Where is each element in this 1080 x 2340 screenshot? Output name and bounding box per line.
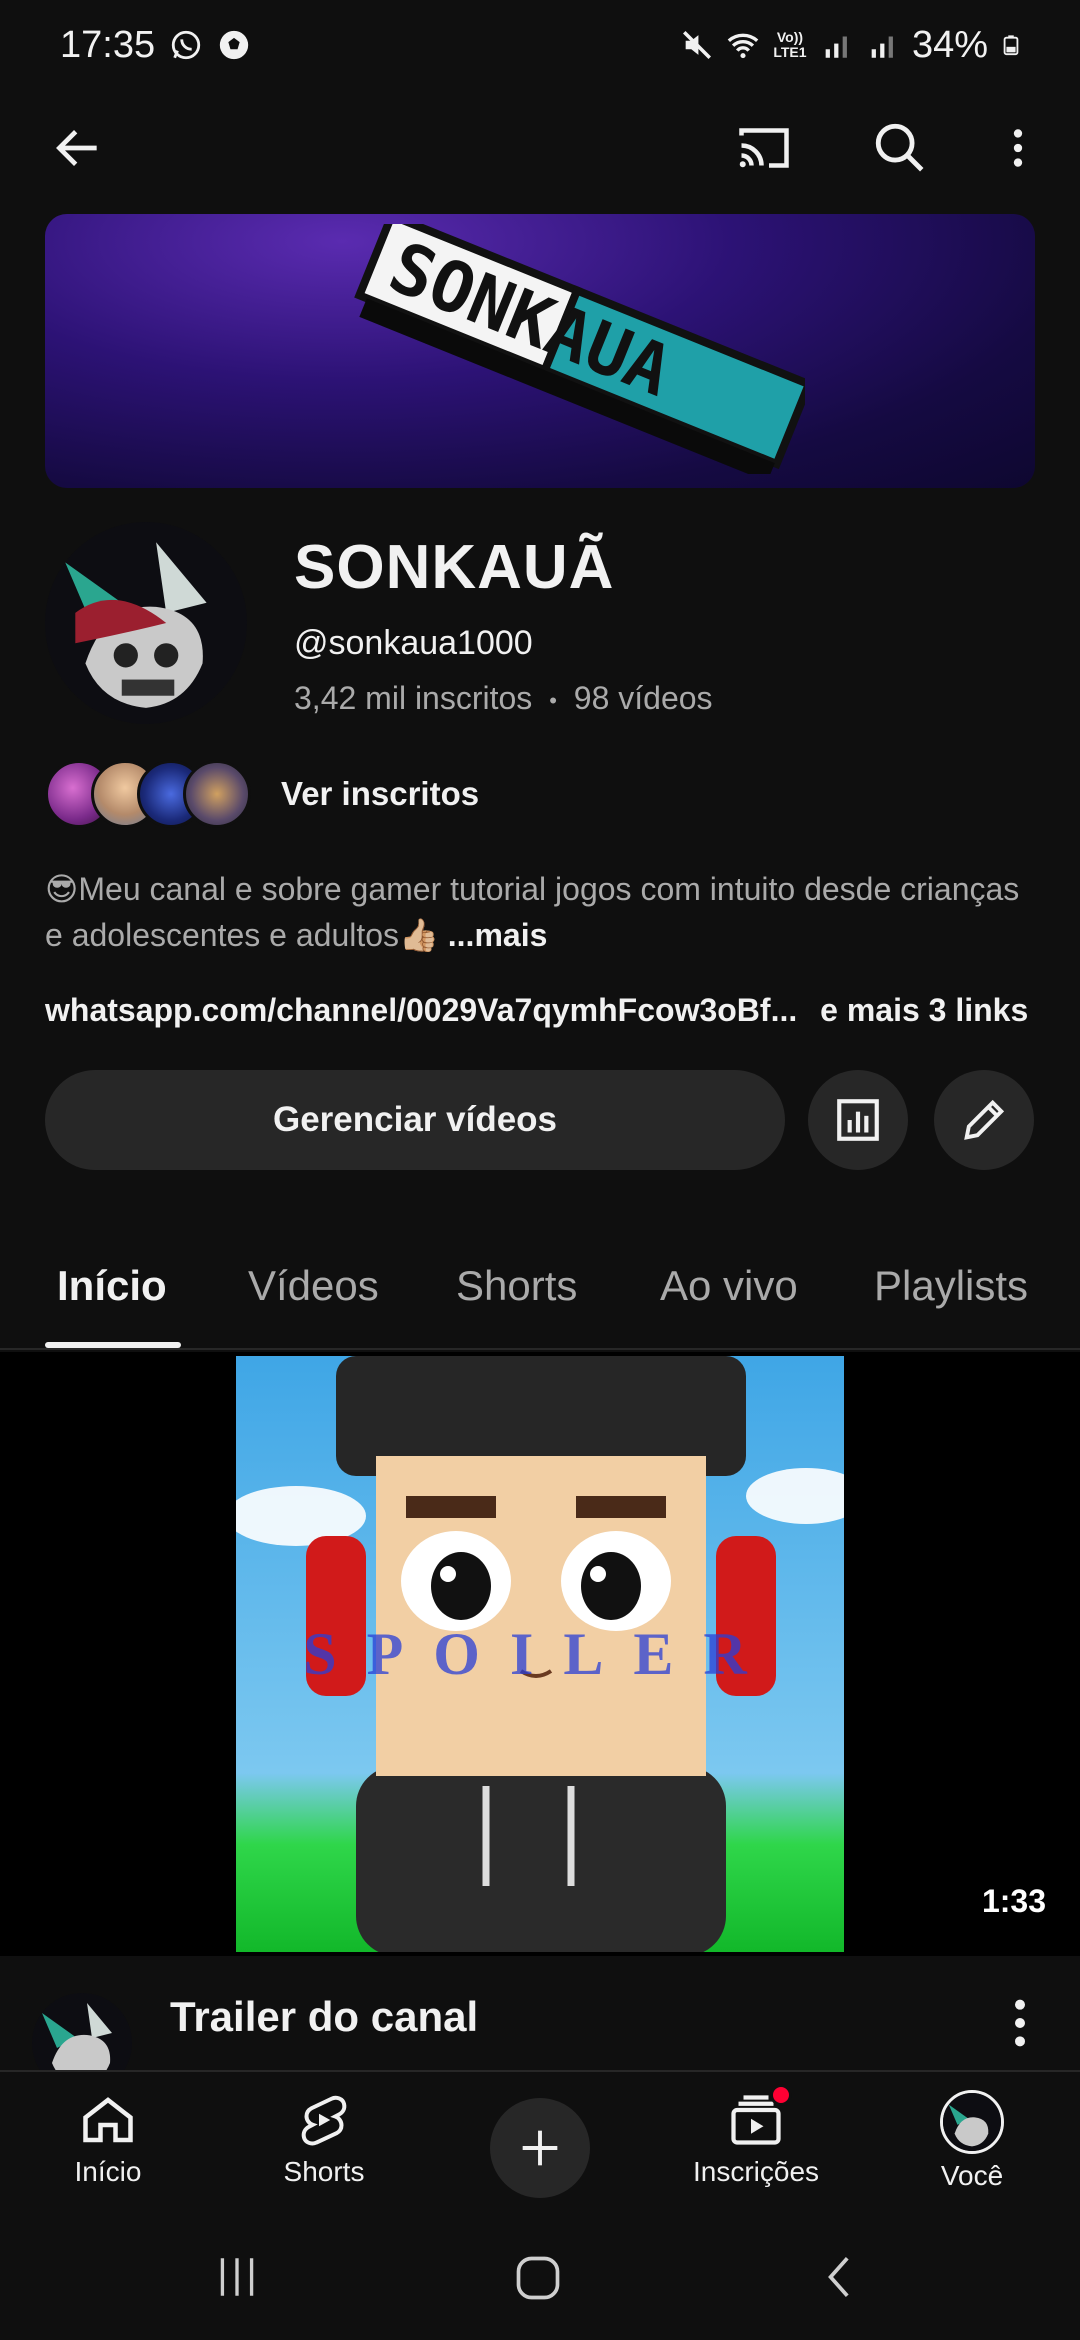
status-time: 17:35 (60, 23, 156, 66)
more-vert-icon (1015, 1999, 1025, 2047)
you-avatar (940, 2090, 1004, 2154)
stats-separator: • (549, 687, 557, 713)
signal-icon (871, 36, 893, 58)
channel-name: SONKAUÃ (294, 533, 615, 602)
signal-icon (825, 36, 847, 58)
video-count: 98 vídeos (573, 680, 713, 716)
status-bar: 17:35 Vo)) LTE1 34% (0, 0, 1080, 90)
home-icon (83, 2097, 133, 2143)
plus-icon (522, 2130, 558, 2166)
description-more-link[interactable]: ...mais (448, 917, 548, 953)
view-subscribers-label: Ver inscritos (281, 775, 480, 812)
tab-playlists[interactable]: Playlists (874, 1262, 1028, 1310)
tab-ao-vivo[interactable]: Ao vivo (660, 1262, 798, 1310)
channel-banner: SONKAUA (45, 214, 1035, 488)
more-options-button[interactable] (978, 108, 1058, 188)
character-thumbnail-image: SPOILER (236, 1356, 844, 1952)
recents-icon[interactable] (212, 2252, 262, 2302)
tab-shorts[interactable]: Shorts (456, 1262, 577, 1310)
notification-dot (770, 2084, 792, 2106)
channel-links[interactable]: whatsapp.com/channel/0029Va7qymhFcow3oBf… (45, 992, 1028, 1029)
subscriber-count: 3,42 mil inscritos (294, 680, 533, 716)
skull-avatar-image (45, 522, 247, 724)
nav-subscriptions[interactable]: Inscrições (666, 2084, 846, 2188)
video-thumbnail: SPOILER (236, 1356, 844, 1952)
nav-subscriptions-label: Inscrições (692, 2156, 820, 2187)
subscriber-avatar (183, 760, 251, 828)
wifi-icon (727, 33, 759, 59)
nav-shorts[interactable]: Shorts (234, 2090, 414, 2188)
spoiler-overlay-text: SPOILER (303, 1621, 776, 1687)
analytics-button[interactable] (808, 1070, 908, 1170)
home-circle-icon[interactable] (512, 2252, 564, 2304)
skull-avatar-image (943, 2093, 1001, 2151)
system-navigation-bar (0, 2210, 1080, 2340)
back-chevron-icon[interactable] (816, 2252, 866, 2302)
banner-logo: SONKAUA (354, 224, 805, 474)
channel-description[interactable]: 😎Meu canal e sobre gamer tutorial jogos … (45, 866, 1035, 958)
channel-handle: @sonkaua1000 (294, 624, 533, 662)
nav-home[interactable]: Início (18, 2090, 198, 2188)
battery-percent: 34% (911, 23, 988, 66)
primary-link[interactable]: whatsapp.com/channel/0029Va7qymhFcow3oBf… (45, 992, 797, 1028)
analytics-icon (837, 1099, 879, 1141)
trailer-channel-avatar[interactable] (32, 1993, 132, 2070)
bottom-navigation: Início Shorts Inscrições Você (0, 2070, 1080, 2210)
channel-avatar[interactable] (45, 522, 247, 724)
search-icon (875, 123, 924, 172)
cast-button[interactable] (724, 108, 804, 188)
whatsapp-icon (171, 30, 201, 60)
nav-home-label: Início (74, 2156, 142, 2187)
status-right: Vo)) LTE1 34% (680, 24, 1022, 67)
skull-avatar-image (32, 1993, 132, 2070)
active-tab-indicator (45, 1342, 181, 1348)
search-button[interactable] (860, 108, 940, 188)
cast-icon (739, 128, 789, 168)
pencil-icon (964, 1099, 1005, 1140)
soccer-ball-icon (219, 30, 249, 60)
back-arrow-icon (56, 130, 97, 166)
tab-videos[interactable]: Vídeos (248, 1262, 379, 1310)
tab-inicio[interactable]: Início (57, 1262, 167, 1310)
channel-stats: 3,42 mil inscritos • 98 vídeos (294, 680, 713, 717)
view-subscribers-row[interactable]: Ver inscritos (45, 758, 479, 830)
featured-video-player[interactable]: SPOILER 1:33 (0, 1352, 1080, 1956)
top-app-bar (0, 100, 1080, 196)
nav-you[interactable]: Você (882, 2090, 1062, 2192)
channel-trailer-row[interactable]: Trailer do canal (0, 1975, 1080, 2070)
volte-label: Vo)) LTE1 (773, 29, 807, 60)
nav-you-label: Você (940, 2160, 1004, 2191)
manage-videos-button[interactable]: Gerenciar vídeos (45, 1070, 785, 1170)
subscriptions-icon-wrap (726, 2084, 792, 2150)
mute-icon (682, 30, 711, 60)
status-left: 17:35 (60, 24, 251, 67)
channel-tabs: Início Vídeos Shorts Ao vivo Playlists (0, 1228, 1080, 1350)
back-button[interactable] (38, 108, 118, 188)
battery-icon (1003, 35, 1019, 56)
trailer-title: Trailer do canal (170, 1993, 479, 2040)
nav-shorts-label: Shorts (283, 2156, 365, 2187)
create-button[interactable] (490, 2098, 590, 2198)
trailer-menu-button[interactable] (1000, 1993, 1040, 2053)
video-duration: 1:33 (981, 1883, 1046, 1919)
edit-channel-button[interactable] (934, 1070, 1034, 1170)
more-vert-icon (1013, 129, 1023, 167)
more-links[interactable]: e mais 3 links (820, 992, 1028, 1028)
shorts-icon (301, 2095, 347, 2146)
